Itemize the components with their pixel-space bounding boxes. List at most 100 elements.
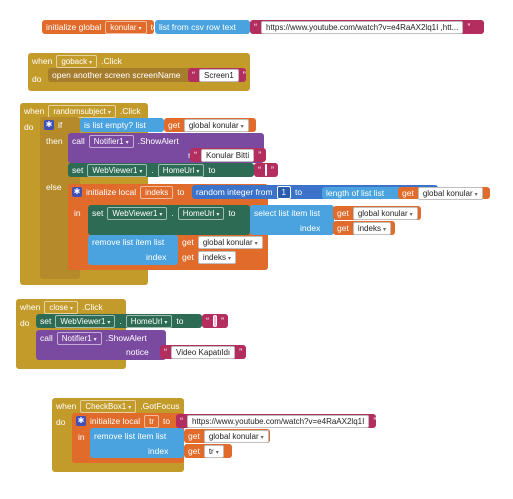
get-indeks-block[interactable]: get indeks ▾ (333, 221, 395, 235)
property-dropdown-homeurl[interactable]: HomeUrl ▾ (157, 163, 205, 177)
get-keyword: get (182, 252, 194, 262)
empty-text-field[interactable] (265, 164, 267, 176)
select-item-label: select list item list (254, 208, 321, 218)
call-keyword: call (40, 333, 53, 343)
component-dropdown-checkbox[interactable]: CheckBox1 ▾ (80, 399, 137, 413)
notice-text-field[interactable]: Video Kapatıldı (171, 345, 236, 359)
notice-text-block[interactable]: “ Konular Bitti ” (190, 148, 266, 162)
to-keyword: to (295, 187, 303, 197)
method-name: .ShowAlert (137, 136, 179, 146)
csv-text-block[interactable]: “ https://www.youtube.com/watch?v=e4RaAX… (250, 20, 484, 34)
notice-text-block[interactable]: “ Video Kapatıldı ” (160, 345, 246, 359)
quote-open-icon: “ (258, 165, 261, 175)
component-dropdown-randomsubject[interactable]: randomsubject ▾ (48, 104, 116, 118)
notice-param-label: notice (126, 347, 149, 357)
set-webviewer-homeurl-block[interactable]: set WebViewer1 ▾ . HomeUrl ▾ to (68, 163, 254, 177)
csv-url-field[interactable]: https://www.youtube.com/watch?v=e4RaAX2l… (261, 20, 464, 34)
get-global-konular-block[interactable]: get global konular ▾ (398, 186, 490, 200)
index-param-label: index (146, 252, 167, 262)
event-name: .Click (119, 106, 141, 116)
remove-list-item-block[interactable]: remove list item list index (90, 428, 184, 458)
global-init-keyword: initialize global (46, 22, 102, 32)
get-keyword: get (188, 446, 200, 456)
then-keyword: then (46, 136, 63, 146)
do-keyword: do (56, 417, 66, 427)
empty-text-block[interactable]: “ ” (202, 314, 228, 328)
global-name-field[interactable]: konular ▾ (105, 20, 147, 34)
get-keyword: get (188, 431, 200, 441)
is-list-empty-block[interactable]: is list empty? list (80, 118, 164, 132)
component-dropdown-close[interactable]: close ▾ (44, 300, 79, 314)
when-keyword: when (32, 56, 53, 66)
get-keyword: get (168, 120, 180, 130)
screen-name-field[interactable]: Screen1 (199, 68, 239, 82)
quote-close-icon: ” (242, 70, 246, 80)
quote-open-icon: “ (192, 70, 195, 80)
get-indeks-block[interactable]: get indeks ▾ (178, 250, 238, 264)
init-local-keyword: initialize local (86, 187, 137, 197)
get-global-konular-block[interactable]: get global konular ▾ (184, 429, 270, 443)
call-notifier-showalert-block[interactable]: call Notifier1▾ .ShowAlert notice (36, 330, 166, 360)
url-text-block[interactable]: “ https://www.youtube.com/watch?v=e4RaAX… (176, 414, 376, 428)
open-screen-label: open another screen screenName (52, 70, 181, 80)
component-dropdown-webviewer[interactable]: WebViewer1 ▾ (55, 314, 116, 328)
remove-item-label: remove list item list (92, 237, 165, 247)
notice-text-field[interactable]: Konular Bitti (201, 148, 255, 162)
set-keyword: set (72, 165, 84, 175)
component-dropdown-notifier[interactable]: Notifier1 ▾ (88, 134, 134, 148)
get-tr-block[interactable]: get tr ▾ (184, 444, 232, 458)
remove-item-label: remove list item list (94, 431, 167, 441)
when-keyword: when (20, 302, 41, 312)
get-keyword: get (182, 237, 194, 247)
variable-dropdown[interactable]: indeks ▾ (352, 221, 391, 235)
get-keyword: get (402, 188, 414, 198)
select-list-item-block[interactable]: select list item list index (250, 205, 334, 235)
list-from-csv-block[interactable]: list from csv row text (155, 20, 250, 34)
quote-open-icon: “ (164, 347, 167, 357)
event-name: .Click (82, 302, 103, 312)
init-local-keyword: initialize local (90, 416, 141, 426)
variable-dropdown[interactable]: tr ▾ (203, 444, 224, 458)
quote-close-icon: ” (373, 416, 377, 426)
remove-list-item-block[interactable]: remove list item list index (88, 235, 178, 265)
empty-text-field[interactable] (213, 315, 217, 327)
variable-dropdown[interactable]: global konular ▾ (183, 118, 249, 132)
get-global-konular-block[interactable]: get global konular ▾ (164, 118, 256, 132)
else-keyword: else (46, 182, 62, 192)
quote-open-icon: “ (194, 150, 197, 160)
variable-dropdown[interactable]: global konular ▾ (203, 429, 269, 443)
variable-dropdown[interactable]: global konular ▾ (352, 206, 418, 220)
length-of-list-label: length of list list (326, 188, 385, 198)
component-dropdown-notifier[interactable]: Notifier1 ▾ (56, 331, 102, 345)
from-number-field[interactable]: 1 (276, 185, 291, 199)
mutator-gear-icon[interactable]: ✱ (44, 120, 54, 130)
in-keyword: in (74, 208, 81, 218)
mutator-gear-icon[interactable]: ✱ (72, 187, 82, 197)
set-webviewer-homeurl-block[interactable]: set WebViewer1 ▾ . HomeUrl ▾ to (36, 314, 202, 328)
component-dropdown-goback[interactable]: goback ▾ (56, 54, 98, 68)
component-dropdown-webviewer[interactable]: WebViewer1 ▾ (87, 163, 148, 177)
local-name-field[interactable]: tr (144, 414, 159, 428)
local-name-field[interactable]: indeks (140, 185, 174, 199)
variable-dropdown[interactable]: global konular ▾ (417, 186, 483, 200)
property-dropdown-homeurl[interactable]: HomeUrl ▾ (125, 314, 173, 328)
url-text-field[interactable]: https://www.youtube.com/watch?v=e4RaAX2l… (187, 414, 370, 428)
is-list-empty-label: is list empty? list (84, 120, 146, 130)
screen-name-text-block[interactable]: “ Screen1 ” (188, 68, 246, 82)
set-keyword: set (40, 316, 52, 326)
get-global-konular-block[interactable]: get global konular ▾ (333, 206, 421, 220)
do-keyword: do (24, 122, 34, 132)
property-dropdown-homeurl[interactable]: HomeUrl ▾ (177, 206, 225, 220)
mutator-gear-icon[interactable]: ✱ (76, 416, 86, 426)
variable-dropdown[interactable]: indeks ▾ (197, 250, 236, 264)
get-global-konular-block[interactable]: get global konular ▾ (178, 235, 264, 249)
component-dropdown-webviewer[interactable]: WebViewer1 ▾ (107, 206, 168, 220)
call-keyword: call (72, 136, 85, 146)
empty-text-block[interactable]: “ ” (254, 163, 278, 177)
global-init-block[interactable]: initialize global konular▾ to (42, 20, 158, 34)
event-name: .Click (101, 56, 122, 66)
quote-close-icon: ” (221, 316, 224, 326)
variable-dropdown[interactable]: global konular ▾ (197, 235, 263, 249)
dot-separator: . (171, 208, 174, 218)
set-webviewer-homeurl-block[interactable]: set WebViewer1 ▾ . HomeUrl ▾ to (88, 205, 250, 235)
